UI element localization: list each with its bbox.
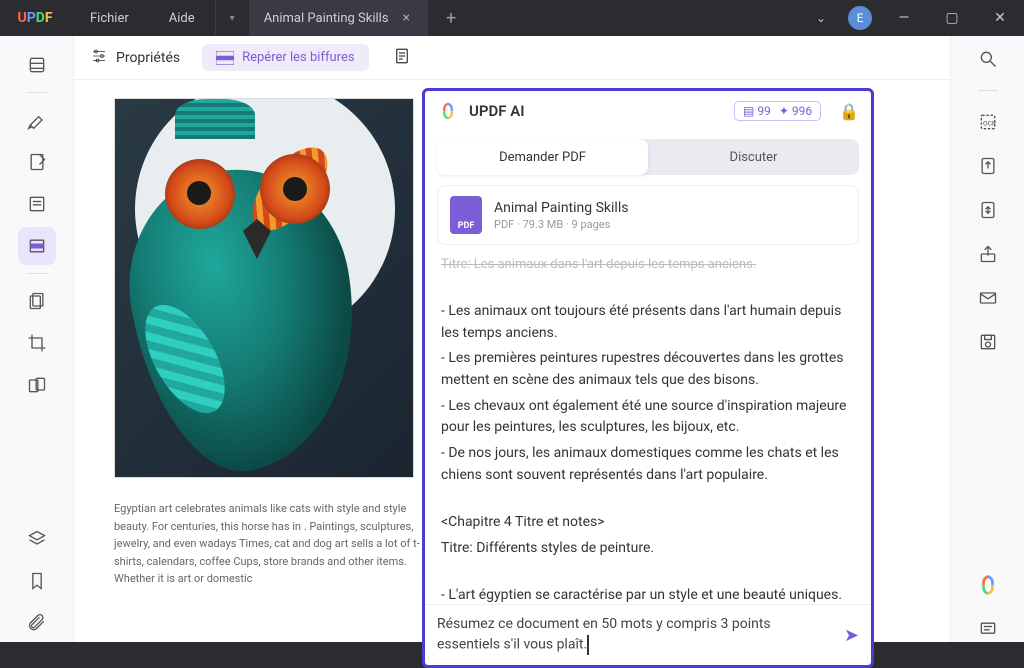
- form-icon[interactable]: [18, 185, 56, 223]
- send-button[interactable]: ➤: [844, 625, 859, 646]
- tab-title: Animal Painting Skills: [264, 11, 389, 26]
- ai-tabs: Demander PDF Discuter: [437, 139, 859, 175]
- highlight-tool-icon[interactable]: [18, 101, 56, 139]
- close-icon[interactable]: ×: [399, 10, 414, 26]
- convert-icon[interactable]: [975, 153, 1001, 179]
- thumbnails-icon[interactable]: [18, 46, 56, 84]
- ai-panel: UPDF AI ▤ 99 ✦ 996 🔒 Demander PDF Discut…: [422, 88, 874, 668]
- edit-page-icon[interactable]: [18, 143, 56, 181]
- page-body-text: Egyptian art celebrates animals like cat…: [114, 500, 424, 588]
- app-logo: UPDF: [0, 10, 70, 26]
- chevron-down-icon[interactable]: ⌄: [802, 11, 840, 25]
- compare-icon[interactable]: [18, 366, 56, 404]
- redact-find-button[interactable]: Repérer les biffures: [202, 44, 368, 71]
- content-area: Propriétés Repérer les biffures: [74, 36, 950, 642]
- redact-find-label: Repérer les biffures: [242, 50, 354, 65]
- menu-help[interactable]: Aide: [149, 11, 215, 26]
- pages-icon[interactable]: [18, 282, 56, 320]
- lock-icon[interactable]: 🔒: [839, 102, 859, 121]
- window-maximize-button[interactable]: ▢: [928, 10, 976, 26]
- updf-ai-icon[interactable]: [975, 572, 1001, 598]
- layers-icon[interactable]: [18, 520, 56, 558]
- ai-panel-title: UPDF AI: [469, 102, 525, 120]
- document-page[interactable]: Egyptian art celebrates animals like cat…: [114, 98, 444, 632]
- sliders-icon[interactable]: [90, 47, 108, 69]
- crop-icon[interactable]: [18, 324, 56, 362]
- ai-doc-meta: PDF · 79.3 MB · 9 pages: [494, 218, 628, 231]
- attachment-icon[interactable]: [18, 604, 56, 642]
- ai-doc-name: Animal Painting Skills: [494, 200, 628, 216]
- save-icon[interactable]: [975, 329, 1001, 355]
- ai-credits-badge[interactable]: ▤ 99 ✦ 996: [734, 101, 821, 121]
- email-icon[interactable]: [975, 285, 1001, 311]
- redact-tool-icon[interactable]: [18, 227, 56, 265]
- share-icon[interactable]: [975, 241, 1001, 267]
- ai-chat-body[interactable]: Titre: Les animaux dans l'art depuis les…: [425, 251, 871, 604]
- text-document-icon[interactable]: [393, 47, 411, 69]
- ocr-icon[interactable]: OCR: [975, 109, 1001, 135]
- properties-label: Propriétés: [116, 50, 180, 66]
- tab-chat[interactable]: Discuter: [648, 139, 859, 175]
- titlebar: UPDF Fichier Aide ▾ Animal Painting Skil…: [0, 0, 1024, 36]
- chevron-down-icon: ▾: [230, 13, 235, 24]
- comments-icon[interactable]: [975, 616, 1001, 642]
- tab-prev-indicator[interactable]: ▾: [215, 0, 249, 36]
- bookmark-icon[interactable]: [18, 562, 56, 600]
- page-image-owl: [114, 98, 414, 478]
- updf-ai-logo-icon: [437, 100, 459, 122]
- text-cursor: [587, 635, 589, 655]
- window-minimize-button[interactable]: —: [880, 10, 928, 26]
- ai-input[interactable]: Résumez ce document en 50 mots y compris…: [437, 615, 836, 655]
- right-sidebar: OCR: [950, 36, 1024, 642]
- tab-ask-pdf[interactable]: Demander PDF: [437, 139, 648, 175]
- tab-document[interactable]: Animal Painting Skills ×: [249, 0, 428, 36]
- search-icon[interactable]: [975, 46, 1001, 72]
- avatar[interactable]: E: [848, 6, 872, 30]
- svg-text:OCR: OCR: [983, 119, 996, 127]
- window-close-button[interactable]: ✕: [976, 10, 1024, 26]
- properties-toolbar: Propriétés Repérer les biffures: [74, 36, 950, 80]
- ai-document-chip[interactable]: PDF Animal Painting Skills PDF · 79.3 MB…: [437, 185, 859, 245]
- menu-file[interactable]: Fichier: [70, 11, 149, 26]
- pdf-file-icon: PDF: [450, 196, 482, 234]
- compress-icon[interactable]: [975, 197, 1001, 223]
- ai-input-row: Résumez ce document en 50 mots y compris…: [425, 604, 871, 665]
- new-tab-button[interactable]: +: [428, 8, 474, 29]
- left-sidebar: [0, 36, 74, 642]
